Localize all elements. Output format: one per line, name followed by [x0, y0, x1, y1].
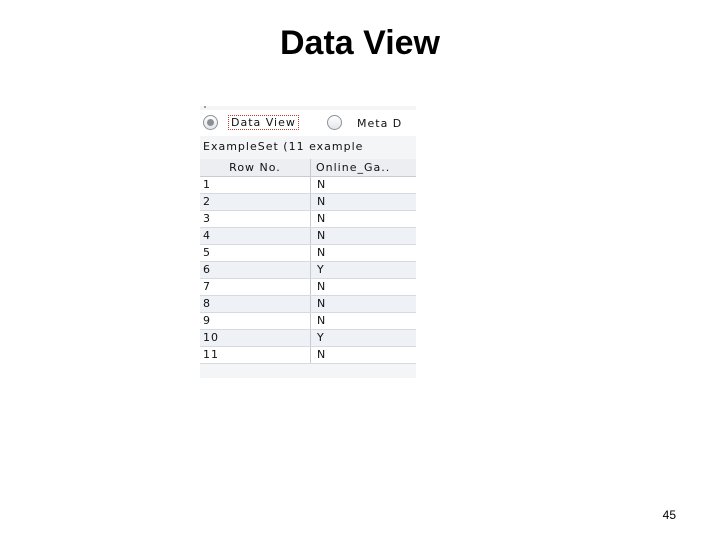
view-toggle-bar: Data View Meta D	[200, 110, 416, 136]
row-number-cell: 11	[200, 347, 311, 363]
table-row[interactable]: 5N	[200, 245, 416, 262]
table-row[interactable]: 3N	[200, 211, 416, 228]
table-row[interactable]: 8N	[200, 296, 416, 313]
example-set-caption: ExampleSet (11 example	[203, 140, 364, 153]
column-header-online-games[interactable]: Online_Ga..	[311, 159, 416, 176]
column-header-row-no[interactable]: Row No.	[200, 159, 311, 176]
meta-data-view-label[interactable]: Meta D	[357, 117, 402, 130]
table-row[interactable]: 6Y	[200, 262, 416, 279]
table-row[interactable]: 2N	[200, 194, 416, 211]
online-games-cell: N	[317, 280, 327, 293]
data-view-panel: Data View Meta D ExampleSet (11 example …	[200, 106, 416, 378]
online-games-cell: N	[317, 178, 327, 191]
table-row[interactable]: 1N	[200, 177, 416, 194]
online-games-cell: N	[317, 246, 327, 259]
row-number-cell: 4	[200, 228, 311, 244]
row-number-cell: 6	[200, 262, 311, 278]
online-games-cell: N	[317, 229, 327, 242]
online-games-cell: N	[317, 212, 327, 225]
row-number-cell: 10	[200, 330, 311, 346]
row-number-cell: 7	[200, 279, 311, 295]
row-number-cell: 5	[200, 245, 311, 261]
meta-data-view-radio[interactable]	[327, 115, 342, 130]
online-games-cell: N	[317, 348, 327, 361]
online-games-cell: N	[317, 195, 327, 208]
online-games-cell: N	[317, 314, 327, 327]
online-games-cell: N	[317, 297, 327, 310]
online-games-cell: Y	[317, 263, 325, 276]
table-row[interactable]: 11 N	[200, 347, 416, 364]
top-edge-mark	[204, 106, 206, 108]
row-number-cell: 2	[200, 194, 311, 210]
table-row[interactable]: 9N	[200, 313, 416, 330]
row-number-cell: 3	[200, 211, 311, 227]
table-row[interactable]: 7N	[200, 279, 416, 296]
data-view-label[interactable]: Data View	[228, 115, 299, 130]
table-row[interactable]: 4N	[200, 228, 416, 245]
row-number-cell: 1	[200, 177, 311, 193]
data-table: Row No. Online_Ga.. 1 N 2 N 3 N 4 N 5 N 6 Y 7 N 8 N 9 N 10…	[200, 159, 416, 364]
page-number: 45	[662, 508, 676, 522]
row-number-cell: 8	[200, 296, 311, 312]
data-view-radio[interactable]	[203, 115, 218, 130]
online-games-cell: Y	[317, 331, 325, 344]
row-number-cell: 9	[200, 313, 311, 329]
table-row[interactable]: 10 Y	[200, 330, 416, 347]
table-header: Row No. Online_Ga..	[200, 159, 416, 177]
slide-title: Data View	[279, 24, 440, 62]
table-body: 1 N 2 N 3 N 4 N 5 N 6 Y 7 N 8 N 9 N 10 Y 11 N	[200, 177, 416, 364]
